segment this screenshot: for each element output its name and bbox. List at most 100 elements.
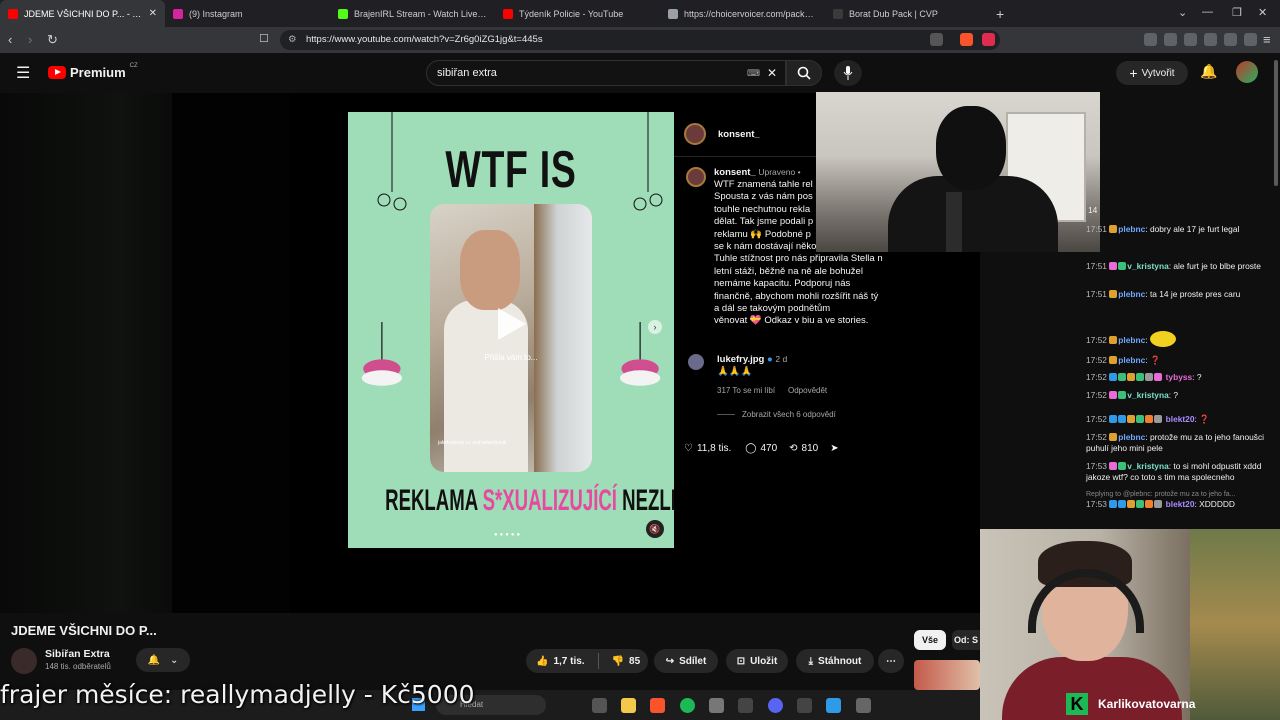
tab-tydenik-policie[interactable]: Týdeník Policie - YouTube xyxy=(495,0,660,27)
caption-user[interactable]: konsent_ xyxy=(714,167,756,178)
caption-avatar[interactable] xyxy=(686,167,706,187)
create-button[interactable]: + Vytvořit xyxy=(1116,61,1188,85)
app-icon[interactable] xyxy=(738,698,753,713)
comment-reply-link[interactable]: Odpovědět xyxy=(788,386,827,395)
view-replies-link[interactable]: Zobrazit všech 6 odpovědí xyxy=(742,410,836,419)
chat-message: 17:51 plebnc: ta 14 je proste pres caru xyxy=(1086,289,1241,299)
post-shares: 810 xyxy=(801,443,819,454)
maximize-icon[interactable]: ❐ xyxy=(1232,6,1242,19)
bookmark-icon[interactable]: ☐ xyxy=(259,32,269,45)
tab-kick[interactable]: BrajenIRL Stream - Watch Live on Kick xyxy=(330,0,495,27)
post-bottom-text: REKLAMA S*XUALIZUJÍCÍ NEZLETILÝ. xyxy=(385,484,674,518)
wallet-icon[interactable] xyxy=(1204,33,1217,46)
forward-icon[interactable]: › xyxy=(28,32,32,47)
youtube-logo[interactable]: Premium CZ xyxy=(48,62,138,80)
task-view-icon[interactable] xyxy=(592,698,607,713)
video-background-strip xyxy=(172,93,290,613)
hamburger-menu-icon[interactable]: ☰ xyxy=(16,63,30,83)
youtube-favicon-icon xyxy=(503,8,513,19)
account-avatar[interactable] xyxy=(684,123,706,145)
back-icon[interactable]: ‹ xyxy=(8,32,12,47)
account-name[interactable]: konsent_ xyxy=(718,129,760,141)
instagram-post-image[interactable]: WTF IS jakokelevne.cz and adambonik Přiš… xyxy=(348,112,674,548)
microphone-icon xyxy=(843,66,853,80)
tab-label: Borat Dub Pack | CVP xyxy=(849,8,938,19)
mute-icon[interactable]: 🔇 xyxy=(646,520,664,538)
comment-user[interactable]: lukefry.jpg xyxy=(717,354,764,365)
media-icon[interactable] xyxy=(1164,33,1177,46)
comment-bubble-icon[interactable]: ◯ xyxy=(745,443,756,454)
like-heart-icon[interactable]: ♡ xyxy=(684,443,693,454)
sidebar-icon[interactable] xyxy=(1184,33,1197,46)
discord-icon[interactable] xyxy=(768,698,783,713)
logo-region: CZ xyxy=(129,62,138,69)
more-actions-button[interactable]: ⋯ xyxy=(878,649,904,673)
subscription-bell-button[interactable]: 🔔 ⌄ xyxy=(136,648,190,672)
brave-shield-icon[interactable] xyxy=(960,33,973,46)
reload-icon[interactable]: ↻ xyxy=(47,32,58,48)
bookmark-icon: ⊡ xyxy=(736,655,746,667)
account-avatar[interactable] xyxy=(1236,61,1258,83)
cast-icon[interactable] xyxy=(930,33,943,46)
clear-search-icon[interactable]: ✕ xyxy=(767,61,777,85)
filter-chip-from[interactable]: Od: S xyxy=(952,630,980,650)
filter-chip-all[interactable]: Vše xyxy=(914,630,946,650)
badge-icon xyxy=(1109,500,1118,508)
new-tab-button[interactable]: + xyxy=(996,6,1004,22)
app-icon[interactable] xyxy=(826,698,841,713)
next-slide-arrow-icon[interactable]: › xyxy=(648,320,662,334)
spotify-icon[interactable] xyxy=(680,698,695,713)
badge-icon xyxy=(1109,356,1118,364)
download-button[interactable]: ⤓ Stáhnout xyxy=(796,649,874,673)
video-title: JDEME VŠICHNI DO P... xyxy=(11,623,157,638)
caption-line: a dál se takovým podnětům xyxy=(714,303,831,315)
send-icon[interactable]: ➤ xyxy=(830,443,838,454)
keyboard-icon[interactable]: ⌨ xyxy=(747,61,760,85)
streamer-webcam-bottom xyxy=(980,529,1280,720)
comment-avatar[interactable] xyxy=(686,352,706,372)
site-info-icon[interactable]: ⚙ xyxy=(288,30,297,50)
bottom-text-post: NEZLETILÝ. xyxy=(622,484,674,517)
channel-name[interactable]: Sibiřan Extra xyxy=(45,648,110,660)
related-video-thumbnail[interactable] xyxy=(914,660,980,690)
search-button[interactable] xyxy=(786,60,822,86)
search-input[interactable]: sibiřan extra ⌨ ✕ xyxy=(426,60,786,86)
repost-icon[interactable]: ⟲ xyxy=(789,443,797,454)
bottom-text-pre: REKLAMA xyxy=(385,484,483,517)
close-window-icon[interactable]: ✕ xyxy=(1258,6,1267,19)
post-likes: 11,8 tis. xyxy=(696,443,732,454)
file-explorer-icon[interactable] xyxy=(621,698,636,713)
channel-avatar[interactable] xyxy=(11,648,37,674)
comment-likes[interactable]: 317 To se mi líbí xyxy=(717,386,775,395)
voice-search-button[interactable] xyxy=(834,60,862,86)
badge-icon xyxy=(1145,373,1154,381)
page-scrollbar[interactable] xyxy=(1274,60,1278,186)
minimize-icon[interactable]: — xyxy=(1202,6,1213,18)
comment-text: 🙏🙏🙏 xyxy=(717,366,753,377)
app-icon[interactable] xyxy=(709,698,724,713)
chat-message: 17:52 plebnc: ❓ xyxy=(1086,355,1161,365)
brave-rewards-icon[interactable] xyxy=(982,33,995,46)
brave-browser-icon[interactable] xyxy=(650,698,665,713)
app-icon[interactable] xyxy=(797,698,812,713)
menu-icon[interactable]: ≡ xyxy=(1263,32,1271,47)
play-button[interactable] xyxy=(488,302,536,346)
tab-close-icon[interactable]: ✕ xyxy=(149,8,157,19)
tab-borat-dub-pack[interactable]: Borat Dub Pack | CVP xyxy=(825,0,990,27)
notifications-bell-icon[interactable]: 🔔 xyxy=(1200,63,1217,80)
like-button[interactable]: 👍 1,7 tis. xyxy=(536,656,585,667)
url-field[interactable]: ⚙ https://www.youtube.com/watch?v=Zr6g0i… xyxy=(280,30,1000,50)
tab-choicervoicer[interactable]: https://choicervoicer.com/packs/borat xyxy=(660,0,825,27)
extensions-icon[interactable] xyxy=(1144,33,1157,46)
vpn-icon[interactable] xyxy=(1244,33,1257,46)
obs-icon[interactable] xyxy=(856,698,871,713)
save-button[interactable]: ⊡ Uložit xyxy=(726,649,788,673)
play-caption: Přišla vám to... xyxy=(484,353,538,362)
chevron-down-icon[interactable]: ⌄ xyxy=(1178,6,1187,19)
share-button[interactable]: ↪ Sdílet xyxy=(654,649,718,673)
tab-youtube[interactable]: JDEME VŠICHNI DO P... - YouTube ✕ xyxy=(0,0,165,27)
share-label: Sdílet xyxy=(679,655,707,667)
tab-instagram[interactable]: (9) Instagram xyxy=(165,0,330,27)
dislike-button[interactable]: 👎 85 xyxy=(612,656,641,667)
leo-ai-icon[interactable] xyxy=(1224,33,1237,46)
